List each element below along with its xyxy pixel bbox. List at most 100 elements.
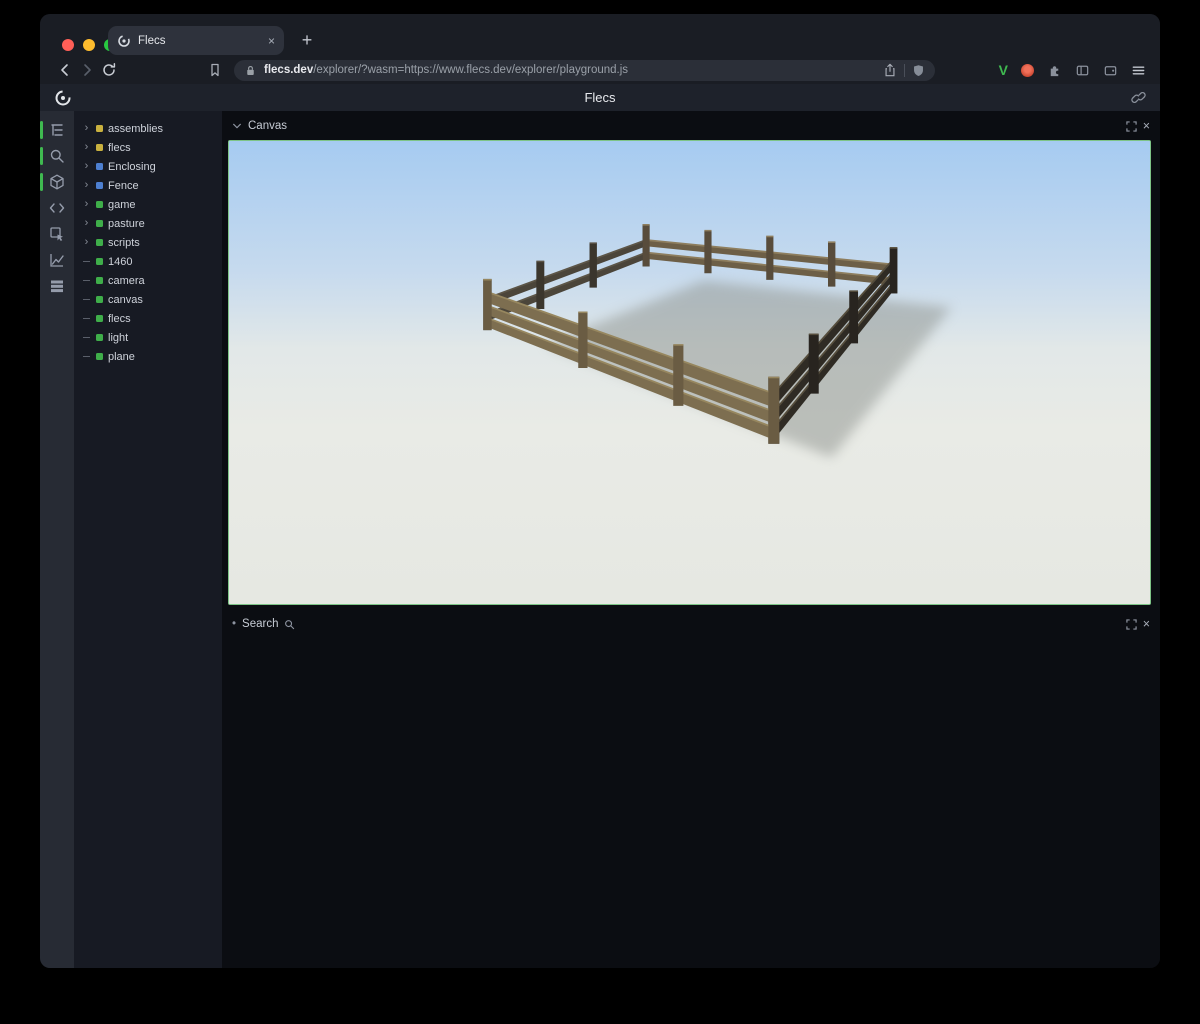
chevron-right-icon[interactable]: › [82,237,91,248]
canvas-panel-header: Canvas × [222,116,1160,136]
url-path: /explorer/?wasm=https://www.flecs.dev/ex… [313,64,628,76]
tree-item-label: canvas [108,294,143,306]
back-arrow-icon [57,62,73,78]
entity-color-square [96,163,103,170]
wallet-button[interactable] [1103,63,1118,78]
url-domain: flecs.dev [264,64,313,76]
tree-item-label: camera [108,275,145,287]
search-panel-title: Search [242,618,278,630]
tree-item-label: assemblies [108,123,163,135]
tree-item-plane[interactable]: plane [74,347,222,366]
entity-color-square [96,277,103,284]
tree-item-flecs[interactable]: › flecs [74,138,222,157]
entity-tree-panel-button[interactable] [49,122,65,138]
canvas-close-icon[interactable]: × [1143,119,1150,133]
query-panel-button[interactable] [49,148,65,164]
inspect-cursor-icon [49,226,65,242]
brave-shield-button[interactable] [912,64,925,77]
new-tab-button[interactable]: + [294,26,320,54]
lock-icon [244,64,257,77]
tab-favicon-flecs-icon [117,34,131,48]
tree-item-label: Enclosing [108,161,156,173]
canvas-collapse-button[interactable] [232,121,242,131]
search-panel-bullet[interactable]: • [232,618,236,630]
url-text: flecs.dev/explorer/?wasm=https://www.fle… [264,64,876,76]
tree-item-label: game [108,199,136,211]
chevron-right-icon[interactable]: › [82,142,91,153]
tree-connector [82,337,91,338]
tree-item-assemblies[interactable]: › assemblies [74,119,222,138]
memory-panel-button[interactable] [49,278,65,294]
tree-connector [82,261,91,262]
url-bar[interactable]: flecs.dev/explorer/?wasm=https://www.fle… [234,60,935,81]
main-panel-area: Canvas × [222,111,1160,968]
entity-color-square [96,144,103,151]
chevron-right-icon[interactable]: › [82,199,91,210]
tree-item-light[interactable]: light [74,328,222,347]
tab-close-icon[interactable]: × [268,34,275,48]
shield-icon [912,64,925,77]
stats-panel-button[interactable] [49,252,65,268]
forward-button[interactable] [76,59,98,81]
inspect-panel-button[interactable] [49,226,65,242]
code-icon [49,200,65,216]
tree-item-label: pasture [108,218,145,230]
tree-item-pasture[interactable]: › pasture [74,214,222,233]
tree-item-scripts[interactable]: › scripts [74,233,222,252]
tree-item-enclosing[interactable]: › Enclosing [74,157,222,176]
search-panel-magnifier[interactable] [284,619,295,630]
bookmark-button[interactable] [204,59,226,81]
extensions-button[interactable] [1047,63,1062,78]
back-button[interactable] [54,59,76,81]
tab-title: Flecs [138,35,261,47]
link-icon [1131,90,1146,105]
memory-bars-icon [49,278,65,294]
tree-item-label: Fence [108,180,139,192]
forward-arrow-icon [79,62,95,78]
browser-tab[interactable]: Flecs × [108,26,284,55]
canvas-fullscreen-button[interactable] [1126,121,1137,132]
tree-item-canvas[interactable]: canvas [74,290,222,309]
flecs-app-header: Flecs [40,84,1160,111]
menu-button[interactable] [1131,63,1146,78]
tree-item-1460[interactable]: 1460 [74,252,222,271]
tree-item-fence[interactable]: › Fence [74,176,222,195]
tree-item-game[interactable]: › game [74,195,222,214]
entity-tree-panel: › assemblies › flecs › Enclosing › Fence… [74,111,222,968]
tree-item-label: plane [108,351,135,363]
sidebar-toggle-button[interactable] [1075,63,1090,78]
permalink-button[interactable] [1131,90,1146,105]
share-button[interactable] [883,63,897,77]
close-window-button[interactable] [62,39,74,51]
chevron-right-icon[interactable]: › [82,123,91,134]
chevron-right-icon[interactable]: › [82,218,91,229]
extension-cluster: V [999,62,1146,78]
chevron-right-icon[interactable]: › [82,161,91,172]
search-panel-content[interactable] [222,634,1160,968]
browser-window: Flecs × + [40,14,1160,968]
reload-icon [101,62,117,78]
minimize-window-button[interactable] [83,39,95,51]
cube-icon [49,174,65,190]
entity-color-square [96,296,103,303]
browser-navbar: flecs.dev/explorer/?wasm=https://www.fle… [40,56,1160,84]
wallet-icon [1103,63,1118,78]
search-close-icon[interactable]: × [1143,617,1150,631]
app-body: › assemblies › flecs › Enclosing › Fence… [40,111,1160,968]
reload-button[interactable] [98,59,120,81]
extension-v-icon[interactable]: V [999,62,1008,78]
tree-connector [82,280,91,281]
extension-red-circle-icon[interactable] [1021,64,1034,77]
entity-color-square [96,220,103,227]
canvas-viewport[interactable] [228,140,1151,605]
entity-tree-icon [49,122,65,138]
search-fullscreen-button[interactable] [1126,619,1137,630]
code-panel-button[interactable] [49,200,65,216]
canvas-3d-scene[interactable] [229,141,1150,604]
tree-item-camera[interactable]: camera [74,271,222,290]
chevron-right-icon[interactable]: › [82,180,91,191]
tree-item-flecs-entity[interactable]: flecs [74,309,222,328]
entities-panel-button[interactable] [49,174,65,190]
entity-color-square [96,334,103,341]
urlbar-divider [904,64,905,77]
